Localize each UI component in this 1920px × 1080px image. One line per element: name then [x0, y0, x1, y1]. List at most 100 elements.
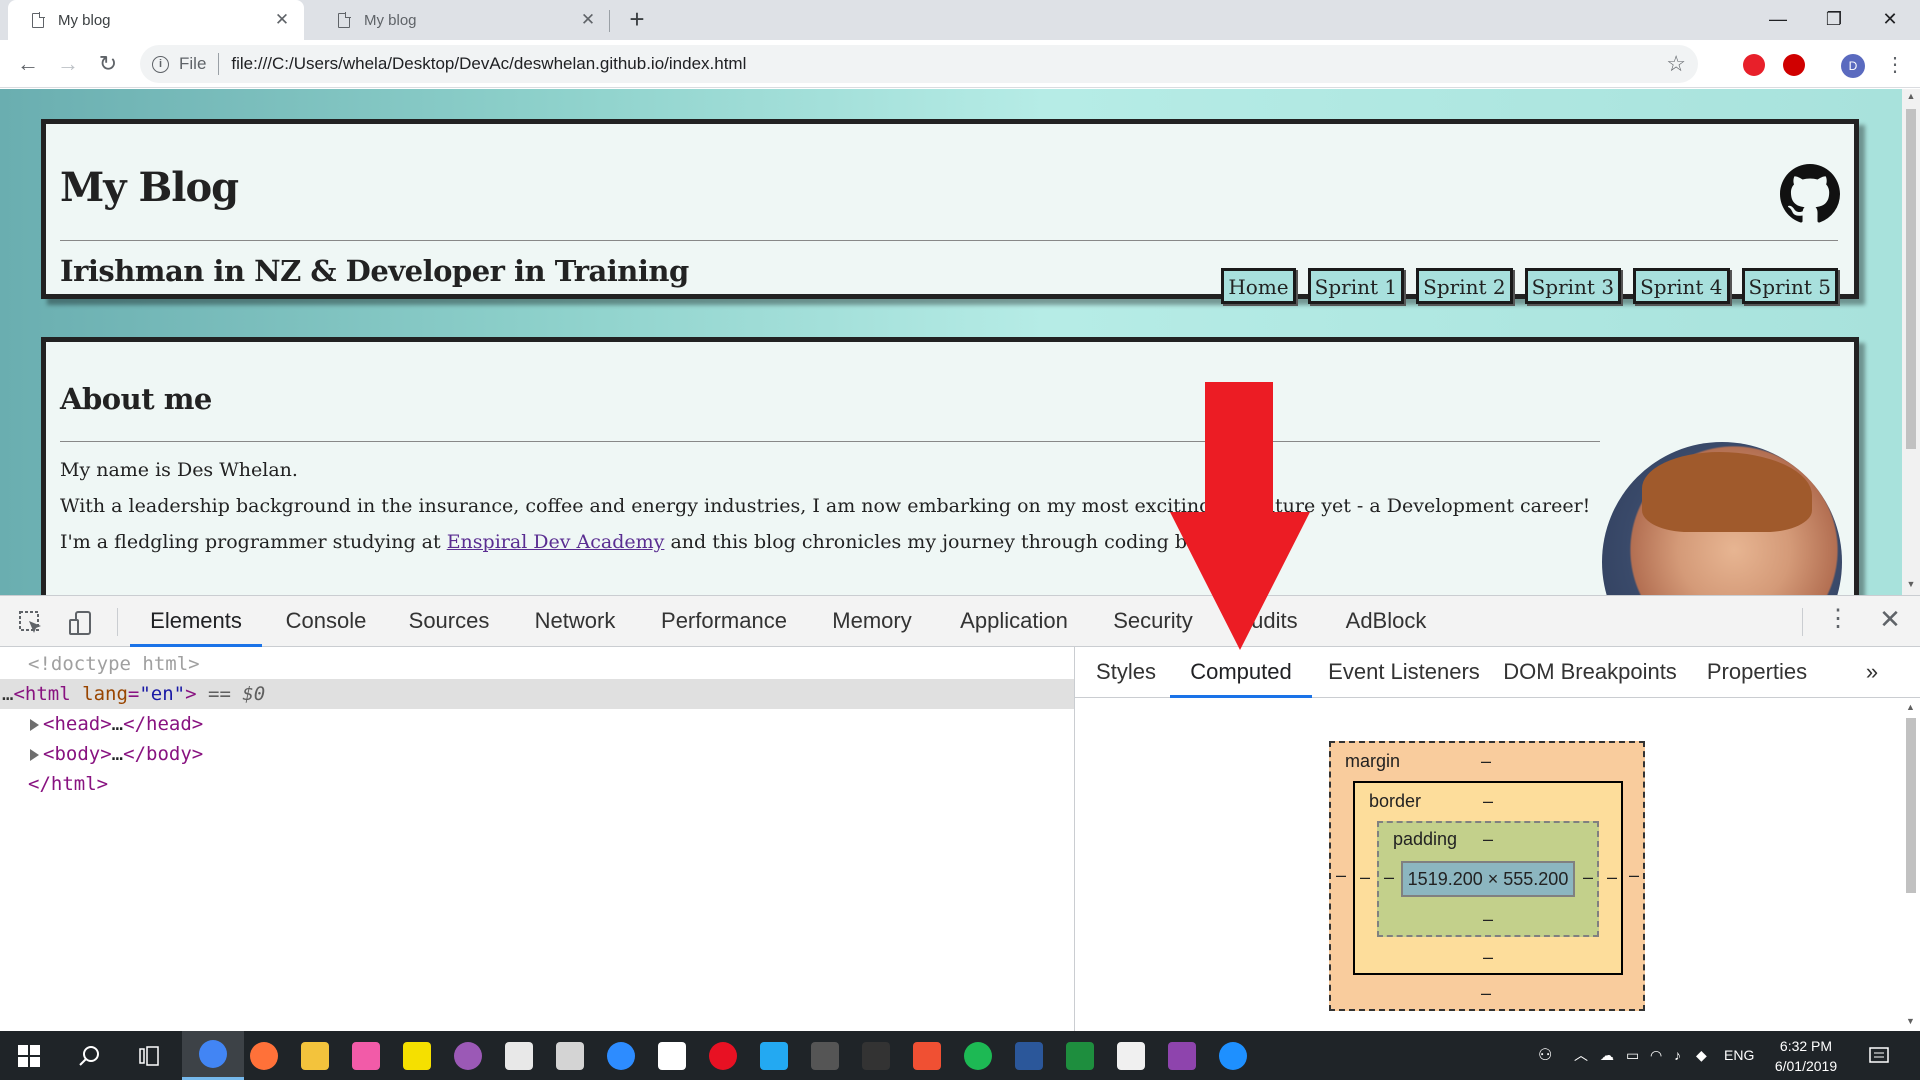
- box-model-content[interactable]: 1519.200 × 555.200: [1401, 861, 1575, 897]
- tab-close-icon[interactable]: ✕: [578, 10, 598, 30]
- volume-icon[interactable]: ♪: [1674, 1031, 1681, 1080]
- new-tab-button[interactable]: +: [622, 5, 652, 35]
- box-model-margin[interactable]: margin – – – – border – – – – padding – …: [1329, 741, 1645, 1011]
- nav-link-sprint-1[interactable]: Sprint 1: [1307, 268, 1405, 304]
- devtools-tab-network[interactable]: Network: [520, 596, 630, 647]
- side-tab-event-listeners[interactable]: Event Listeners: [1323, 647, 1485, 698]
- dom-node-html-close[interactable]: </html>: [0, 769, 1074, 799]
- padding-top-value[interactable]: –: [1483, 829, 1493, 850]
- devtools-tab-memory[interactable]: Memory: [816, 596, 928, 647]
- scrollbar-thumb[interactable]: [1906, 109, 1916, 449]
- dom-node-html[interactable]: …<html lang="en"> == $0: [0, 679, 1074, 709]
- reload-button[interactable]: ↻: [92, 48, 124, 80]
- side-tab-properties[interactable]: Properties: [1695, 647, 1819, 698]
- system-clock[interactable]: 6:32 PM 6/01/2019: [1768, 1036, 1844, 1076]
- blog-title: My Blog: [60, 164, 239, 211]
- devtools-tab-application[interactable]: Application: [946, 596, 1082, 647]
- opera-icon[interactable]: [1743, 54, 1765, 76]
- notifications-icon[interactable]: [1868, 1045, 1890, 1067]
- nav-link-sprint-5[interactable]: Sprint 5: [1741, 268, 1838, 304]
- minimize-button[interactable]: —: [1750, 0, 1806, 40]
- sidebar-scrollbar[interactable]: ▲ ▼: [1902, 702, 1920, 1031]
- inspect-element-icon[interactable]: [18, 610, 44, 636]
- devtools-tab-sources[interactable]: Sources: [396, 596, 502, 647]
- back-button[interactable]: ←: [12, 48, 44, 80]
- close-window-button[interactable]: ✕: [1862, 0, 1918, 40]
- profile-avatar[interactable]: D: [1841, 54, 1865, 78]
- scroll-up-icon[interactable]: ▲: [1906, 91, 1916, 101]
- side-tab-styles[interactable]: Styles: [1085, 647, 1167, 698]
- padding-left-value[interactable]: –: [1384, 867, 1394, 888]
- margin-left-value[interactable]: –: [1336, 865, 1346, 886]
- padding-bottom-value[interactable]: –: [1483, 909, 1493, 930]
- border-right-value[interactable]: –: [1607, 867, 1617, 888]
- address-bar[interactable]: i File file:///C:/Users/whela/Desktop/De…: [140, 45, 1698, 83]
- expand-triangle-icon[interactable]: [30, 718, 39, 731]
- scroll-down-icon[interactable]: ▼: [1906, 1016, 1915, 1026]
- more-tabs-icon[interactable]: »: [1857, 647, 1887, 698]
- devtools-tab-console[interactable]: Console: [272, 596, 380, 647]
- dom-tree: <!doctype html> …<html lang="en"> == $0 …: [0, 647, 1074, 1080]
- devtools-menu-icon[interactable]: ⋮: [1826, 604, 1850, 633]
- notepad-icon: [505, 1041, 533, 1070]
- language-indicator[interactable]: ENG: [1724, 1031, 1754, 1080]
- page-scrollbar[interactable]: ▲ ▼: [1902, 89, 1920, 595]
- dom-node-doctype[interactable]: <!doctype html>: [0, 649, 1074, 679]
- side-tab-dom-breakpoints[interactable]: DOM Breakpoints: [1498, 647, 1682, 698]
- tray-expand-icon[interactable]: ︿: [1574, 1031, 1588, 1080]
- devtools-tab-elements[interactable]: Elements: [130, 596, 262, 647]
- scroll-down-icon[interactable]: ▼: [1906, 579, 1916, 589]
- forward-button[interactable]: →: [52, 48, 84, 80]
- about-paragraph-3: I'm a fledgling programmer studying at E…: [60, 531, 1276, 553]
- wifi-icon[interactable]: ◠: [1650, 1031, 1662, 1080]
- scrollbar-thumb[interactable]: [1906, 718, 1916, 893]
- border-left-value[interactable]: –: [1360, 867, 1370, 888]
- side-tab-computed[interactable]: Computed: [1170, 647, 1312, 698]
- dom-node-head[interactable]: <head>…</head>: [0, 709, 1074, 739]
- browser-menu-icon[interactable]: ⋮: [1885, 50, 1905, 80]
- margin-bottom-value[interactable]: –: [1481, 983, 1491, 1004]
- margin-right-value[interactable]: –: [1629, 865, 1639, 886]
- info-icon[interactable]: i: [152, 55, 169, 73]
- windows-start-icon[interactable]: [18, 1045, 40, 1067]
- expand-triangle-icon[interactable]: [30, 748, 39, 761]
- border-bottom-value[interactable]: –: [1483, 947, 1493, 968]
- about-card: About me My name is Des Whelan. With a l…: [41, 337, 1859, 595]
- github-icon[interactable]: [1780, 164, 1840, 224]
- bookmark-star-icon[interactable]: ☆: [1666, 51, 1686, 77]
- restore-button[interactable]: ❐: [1806, 0, 1862, 40]
- taskbar-app-button[interactable]: [1202, 1031, 1264, 1080]
- tab-strip: My blog ✕ My blog ✕ + — ❐ ✕: [0, 0, 1920, 40]
- task-view-icon[interactable]: [138, 1045, 160, 1067]
- battery-icon[interactable]: ▭: [1626, 1031, 1639, 1080]
- margin-top-value[interactable]: –: [1481, 751, 1491, 772]
- dom-node-body[interactable]: <body>…</body>: [0, 739, 1074, 769]
- browser-tab-active[interactable]: My blog ✕: [8, 0, 304, 40]
- border-top-value[interactable]: –: [1483, 791, 1493, 812]
- box-model-border[interactable]: border – – – – padding – – – – 1519.200 …: [1353, 781, 1623, 975]
- device-toolbar-icon[interactable]: [68, 610, 94, 636]
- nav-link-sprint-3[interactable]: Sprint 3: [1524, 268, 1622, 304]
- nav-link-sprint-2[interactable]: Sprint 2: [1416, 268, 1513, 304]
- onedrive-icon[interactable]: ☁: [1600, 1031, 1614, 1080]
- terminal-icon: [811, 1041, 839, 1070]
- box-model-padding[interactable]: padding – – – – 1519.200 × 555.200: [1377, 821, 1599, 937]
- devtools-tab-performance[interactable]: Performance: [650, 596, 798, 647]
- pane-divider[interactable]: [1074, 647, 1075, 1032]
- enspiral-link[interactable]: Enspiral Dev Academy: [447, 531, 665, 553]
- search-icon[interactable]: [78, 1045, 100, 1067]
- browser-tab[interactable]: My blog ✕: [314, 0, 610, 40]
- devtools-close-icon[interactable]: ✕: [1876, 604, 1904, 635]
- dropbox-icon[interactable]: ◆: [1696, 1031, 1707, 1080]
- margin-label: margin: [1345, 751, 1401, 771]
- nav-link-sprint-4[interactable]: Sprint 4: [1633, 268, 1730, 304]
- tab-close-icon[interactable]: ✕: [272, 10, 292, 30]
- nav-link-home[interactable]: Home: [1221, 268, 1296, 304]
- url-text[interactable]: file:///C:/Users/whela/Desktop/DevAc/des…: [231, 54, 746, 74]
- people-icon[interactable]: ⚇: [1538, 1031, 1552, 1080]
- document-icon: [32, 11, 45, 28]
- power-extension-icon[interactable]: [1783, 54, 1805, 76]
- scroll-up-icon[interactable]: ▲: [1906, 702, 1915, 712]
- padding-right-value[interactable]: –: [1583, 867, 1593, 888]
- devtools-tab-adblock[interactable]: AdBlock: [1330, 596, 1442, 647]
